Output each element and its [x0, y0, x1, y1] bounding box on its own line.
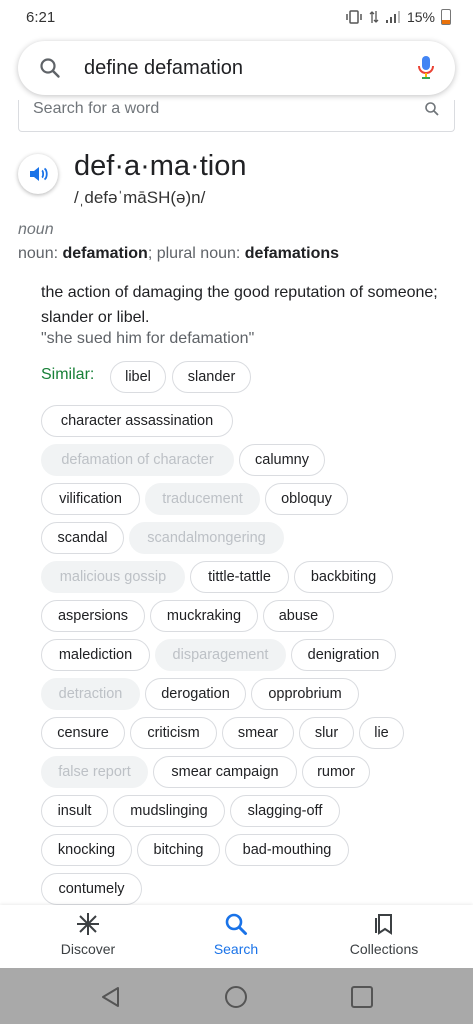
similar-chip[interactable]: slagging-off — [230, 795, 340, 827]
similar-chip[interactable]: slur — [299, 717, 354, 749]
similar-chip[interactable]: criticism — [130, 717, 217, 749]
headword-row: def·a·ma·tion /ˌdefəˈmāSH(ə)n/ — [18, 146, 246, 208]
search-bar[interactable]: define defamation — [18, 41, 455, 95]
forms-mid: ; plural noun: — [147, 245, 245, 262]
similar-chip[interactable]: rumor — [302, 756, 370, 788]
vibrate-icon — [346, 10, 362, 24]
similar-chip[interactable]: defamation of character — [41, 444, 234, 476]
similar-chip[interactable]: bitching — [137, 834, 220, 866]
similar-chip[interactable]: abuse — [263, 600, 334, 632]
similar-chip[interactable]: slander — [172, 361, 251, 393]
word-forms: noun: defamation; plural noun: defamatio… — [18, 245, 339, 263]
signal-icon — [385, 11, 400, 23]
similar-chip[interactable]: calumny — [239, 444, 325, 476]
similar-chip[interactable]: bad-mouthing — [225, 834, 349, 866]
similar-chip[interactable]: scandal — [41, 522, 124, 554]
similar-chip[interactable]: malicious gossip — [41, 561, 185, 593]
search-query[interactable]: define defamation — [84, 57, 417, 80]
similar-chip[interactable]: character assassination — [41, 405, 233, 437]
status-time: 6:21 — [26, 8, 56, 26]
similar-chip[interactable]: tittle-tattle — [190, 561, 289, 593]
nav-label: Discover — [60, 941, 116, 957]
similar-chip[interactable]: aspersions — [41, 600, 145, 632]
form-singular: defamation — [62, 245, 148, 262]
dictionary-search-placeholder[interactable]: Search for a word — [33, 100, 159, 118]
status-icons: 15% — [345, 9, 451, 25]
definition-text: the action of damaging the good reputati… — [41, 284, 438, 326]
dictionary-search-box[interactable]: Search for a word — [18, 100, 455, 132]
similar-chip[interactable]: smear — [222, 717, 294, 749]
nav-label: Search — [213, 941, 259, 957]
asterisk-icon — [77, 913, 99, 935]
bottom-navigation: Discover Search Collections — [0, 905, 473, 968]
similar-chip[interactable]: malediction — [41, 639, 150, 671]
back-icon[interactable] — [99, 985, 123, 1009]
speaker-icon — [30, 167, 48, 181]
similar-chip[interactable]: obloquy — [265, 483, 348, 515]
similar-chip[interactable]: censure — [41, 717, 125, 749]
dictionary-search-icon[interactable] — [424, 101, 440, 117]
similar-chip[interactable]: lie — [359, 717, 404, 749]
similar-chip[interactable]: derogation — [145, 678, 246, 710]
similar-chip[interactable]: smear campaign — [153, 756, 297, 788]
microphone-icon[interactable] — [417, 55, 435, 81]
similar-chip[interactable]: opprobrium — [251, 678, 359, 710]
search-icon — [40, 58, 60, 78]
phonetic-text: /ˌdefəˈmāSH(ə)n/ — [74, 188, 206, 207]
status-bar: 6:21 15% — [0, 0, 473, 34]
similar-chip[interactable]: mudslinging — [113, 795, 225, 827]
similar-chip[interactable]: knocking — [41, 834, 132, 866]
similar-chip[interactable]: vilification — [41, 483, 140, 515]
example-sentence: "she sued him for defamation" — [41, 330, 255, 347]
forms-prefix: noun: — [18, 245, 63, 262]
similar-chip[interactable]: detraction — [41, 678, 140, 710]
similar-chip[interactable]: muckraking — [150, 600, 258, 632]
collections-icon — [375, 914, 392, 935]
similar-chip[interactable]: insult — [41, 795, 108, 827]
similar-chip[interactable]: libel — [110, 361, 166, 393]
similar-chip[interactable]: false report — [41, 756, 148, 788]
battery-icon — [441, 9, 451, 25]
nav-search[interactable]: Search — [181, 911, 291, 957]
recents-icon[interactable] — [350, 985, 374, 1009]
nav-label: Collections — [349, 941, 419, 957]
pronunciation-button[interactable] — [18, 154, 58, 194]
similar-chip[interactable]: traducement — [145, 483, 260, 515]
form-plural: defamations — [244, 245, 340, 262]
similar-chip[interactable]: contumely — [41, 873, 142, 905]
similar-chip[interactable]: disparagement — [155, 639, 286, 671]
similar-chip[interactable]: denigration — [291, 639, 396, 671]
part-of-speech: noun — [18, 221, 54, 238]
similar-label: Similar: — [41, 366, 95, 383]
similar-chip[interactable]: backbiting — [294, 561, 393, 593]
battery-percent: 15% — [406, 9, 435, 25]
nav-collections[interactable]: Collections — [329, 911, 439, 957]
headword-text: def·a·ma·tion — [74, 150, 247, 182]
nav-discover[interactable]: Discover — [33, 911, 143, 957]
data-arrows-icon — [369, 11, 379, 23]
search-icon — [225, 913, 247, 935]
similar-chip[interactable]: scandalmongering — [129, 522, 284, 554]
system-navigation-bar — [0, 968, 473, 1024]
headword: def·a·ma·tion /ˌdefəˈmāSH(ə)n/ — [74, 146, 246, 208]
home-icon[interactable] — [224, 985, 248, 1009]
